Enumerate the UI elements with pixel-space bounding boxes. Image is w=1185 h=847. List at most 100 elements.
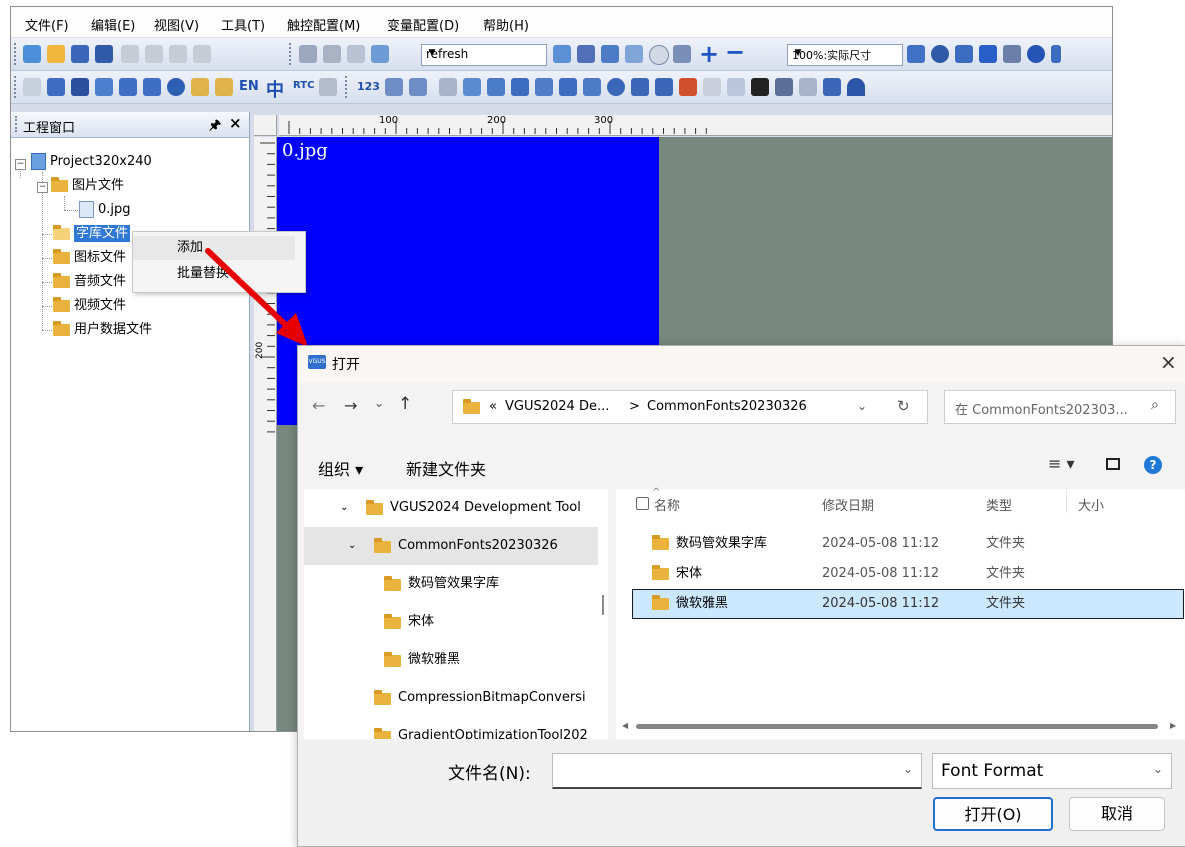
edit-icon[interactable]: [215, 78, 233, 96]
column-size[interactable]: 大小: [1078, 495, 1104, 514]
nav-item[interactable]: 宋体: [304, 603, 598, 641]
new-project-icon[interactable]: [23, 45, 41, 63]
tree-item-images[interactable]: 图片文件: [51, 176, 124, 196]
history-chevron-icon[interactable]: ⌄: [374, 396, 384, 410]
number-display-button[interactable]: 123: [357, 80, 380, 93]
hand-icon[interactable]: [319, 78, 337, 96]
preview-pane-icon[interactable]: [1106, 458, 1120, 470]
battery-icon[interactable]: [823, 78, 841, 96]
breadcrumb-overflow[interactable]: «: [489, 399, 497, 414]
menu-list-icon[interactable]: [727, 78, 745, 96]
file-row[interactable]: 数码管效果字库 2024-05-08 11:12 文件夹: [632, 529, 1184, 559]
clock-icon[interactable]: [607, 78, 625, 96]
file-row[interactable]: 宋体 2024-05-08 11:12 文件夹: [632, 559, 1184, 589]
toolbar-grip[interactable]: [14, 43, 19, 65]
zh-input-button[interactable]: 中: [266, 76, 284, 102]
zoom-out-icon[interactable]: −: [725, 38, 745, 66]
scroll-right-icon[interactable]: ▶: [1170, 721, 1176, 730]
window-icon[interactable]: [625, 45, 643, 63]
paste-icon[interactable]: [169, 45, 187, 63]
preview-icon[interactable]: [553, 45, 571, 63]
tree-item-jpg[interactable]: 0.jpg: [79, 200, 131, 220]
tool-icon[interactable]: [299, 45, 317, 63]
toolbar-grip[interactable]: [289, 43, 294, 65]
page-select[interactable]: refresh ▼: [421, 44, 547, 66]
nav-scrollbar[interactable]: [602, 595, 604, 615]
binary-icon[interactable]: [559, 78, 577, 96]
variable-icon[interactable]: [439, 78, 457, 96]
column-type[interactable]: 类型: [986, 495, 1012, 514]
menu-file[interactable]: 文件(F): [25, 15, 69, 34]
scale-icon[interactable]: [535, 78, 553, 96]
zoom-icon[interactable]: [649, 45, 669, 65]
qr-code-icon[interactable]: [751, 78, 769, 96]
copy-icon[interactable]: [145, 45, 163, 63]
menu-touch-config[interactable]: 触控配置(M): [287, 15, 360, 34]
nav-item[interactable]: CompressionBitmapConversi: [304, 679, 598, 717]
collapse-toggle[interactable]: −: [37, 182, 48, 193]
select-all-checkbox[interactable]: [636, 497, 649, 510]
en-input-button[interactable]: EN: [239, 79, 259, 94]
scroll-left-icon[interactable]: ◀: [622, 721, 628, 730]
animation-icon[interactable]: [191, 78, 209, 96]
zoom-select[interactable]: 100%:实际尺寸 ▼: [787, 44, 903, 66]
tree-item-fonts[interactable]: 字库文件: [53, 224, 131, 244]
close-icon[interactable]: ×: [1160, 350, 1177, 374]
menu-variable-config[interactable]: 变量配置(D): [387, 15, 459, 34]
help-icon[interactable]: ?: [1144, 456, 1162, 474]
file-row-selected[interactable]: 微软雅黑 2024-05-08 11:12 文件夹: [632, 589, 1184, 619]
save-as-icon[interactable]: [95, 45, 113, 63]
wave-icon[interactable]: [679, 78, 697, 96]
screen-icon[interactable]: [955, 45, 973, 63]
save-icon[interactable]: [71, 45, 89, 63]
export-icon[interactable]: [601, 45, 619, 63]
curve-icon[interactable]: [487, 78, 505, 96]
settings-icon[interactable]: [931, 45, 949, 63]
image-icon[interactable]: [583, 78, 601, 96]
column-modified[interactable]: 修改日期: [822, 495, 874, 514]
menu-help[interactable]: 帮助(H): [483, 15, 529, 34]
tree-item-audio[interactable]: 音频文件: [53, 272, 126, 292]
color-icon[interactable]: [1027, 45, 1045, 63]
gauge-icon[interactable]: [847, 78, 865, 96]
pin-icon[interactable]: 🖈: [209, 116, 221, 138]
slider-icon[interactable]: [119, 78, 137, 96]
open-button[interactable]: 打开(O): [933, 797, 1053, 831]
breadcrumb-current[interactable]: CommonFonts20230326: [647, 399, 807, 414]
pen-icon[interactable]: [673, 45, 691, 63]
close-icon[interactable]: ×: [229, 114, 242, 132]
filename-input[interactable]: ⌄: [552, 753, 922, 789]
tree-root[interactable]: Project320x240: [31, 152, 152, 172]
search-box[interactable]: 在 CommonFonts202303... ⌕: [944, 390, 1176, 424]
button-icon[interactable]: [71, 78, 89, 96]
new-folder-button[interactable]: 新建文件夹: [406, 456, 486, 480]
cancel-button[interactable]: 取消: [1069, 797, 1165, 831]
play-icon[interactable]: [799, 78, 817, 96]
keyboard-icon[interactable]: [323, 45, 341, 63]
forward-arrow-icon[interactable]: →: [344, 396, 357, 415]
download-icon[interactable]: [371, 45, 389, 63]
tree-item-video[interactable]: 视频文件: [53, 296, 126, 316]
page-icon[interactable]: [347, 45, 365, 63]
calculator-icon[interactable]: [907, 45, 925, 63]
keyboard-icon-2[interactable]: [577, 45, 595, 63]
nav-item[interactable]: 数码管效果字库: [304, 565, 598, 603]
magic-icon[interactable]: [1003, 45, 1021, 63]
nav-item[interactable]: GradientOptimizationTool202: [304, 717, 598, 739]
toolbar-grip[interactable]: [14, 76, 19, 98]
copy-window-icon[interactable]: [703, 78, 721, 96]
menu-view[interactable]: 视图(V): [154, 15, 199, 34]
toolbar-grip[interactable]: [345, 76, 350, 98]
up-arrow-icon[interactable]: ↑: [398, 394, 412, 414]
pointer-icon[interactable]: [23, 78, 41, 96]
grid-icon[interactable]: [979, 45, 997, 63]
address-bar[interactable]: « VGUS2024 De... > CommonFonts20230326 ⌄…: [452, 390, 928, 424]
radio-icon[interactable]: [167, 78, 185, 96]
cut-icon[interactable]: [121, 45, 139, 63]
column-divider[interactable]: [1066, 489, 1067, 513]
organize-menu[interactable]: 组织 ▾: [318, 456, 363, 480]
nav-item[interactable]: 微软雅黑: [304, 641, 598, 679]
chevron-down-icon[interactable]: ⌄: [903, 762, 913, 776]
horizontal-scrollbar-thumb[interactable]: [636, 724, 1158, 729]
zoom-in-icon[interactable]: +: [699, 40, 719, 68]
